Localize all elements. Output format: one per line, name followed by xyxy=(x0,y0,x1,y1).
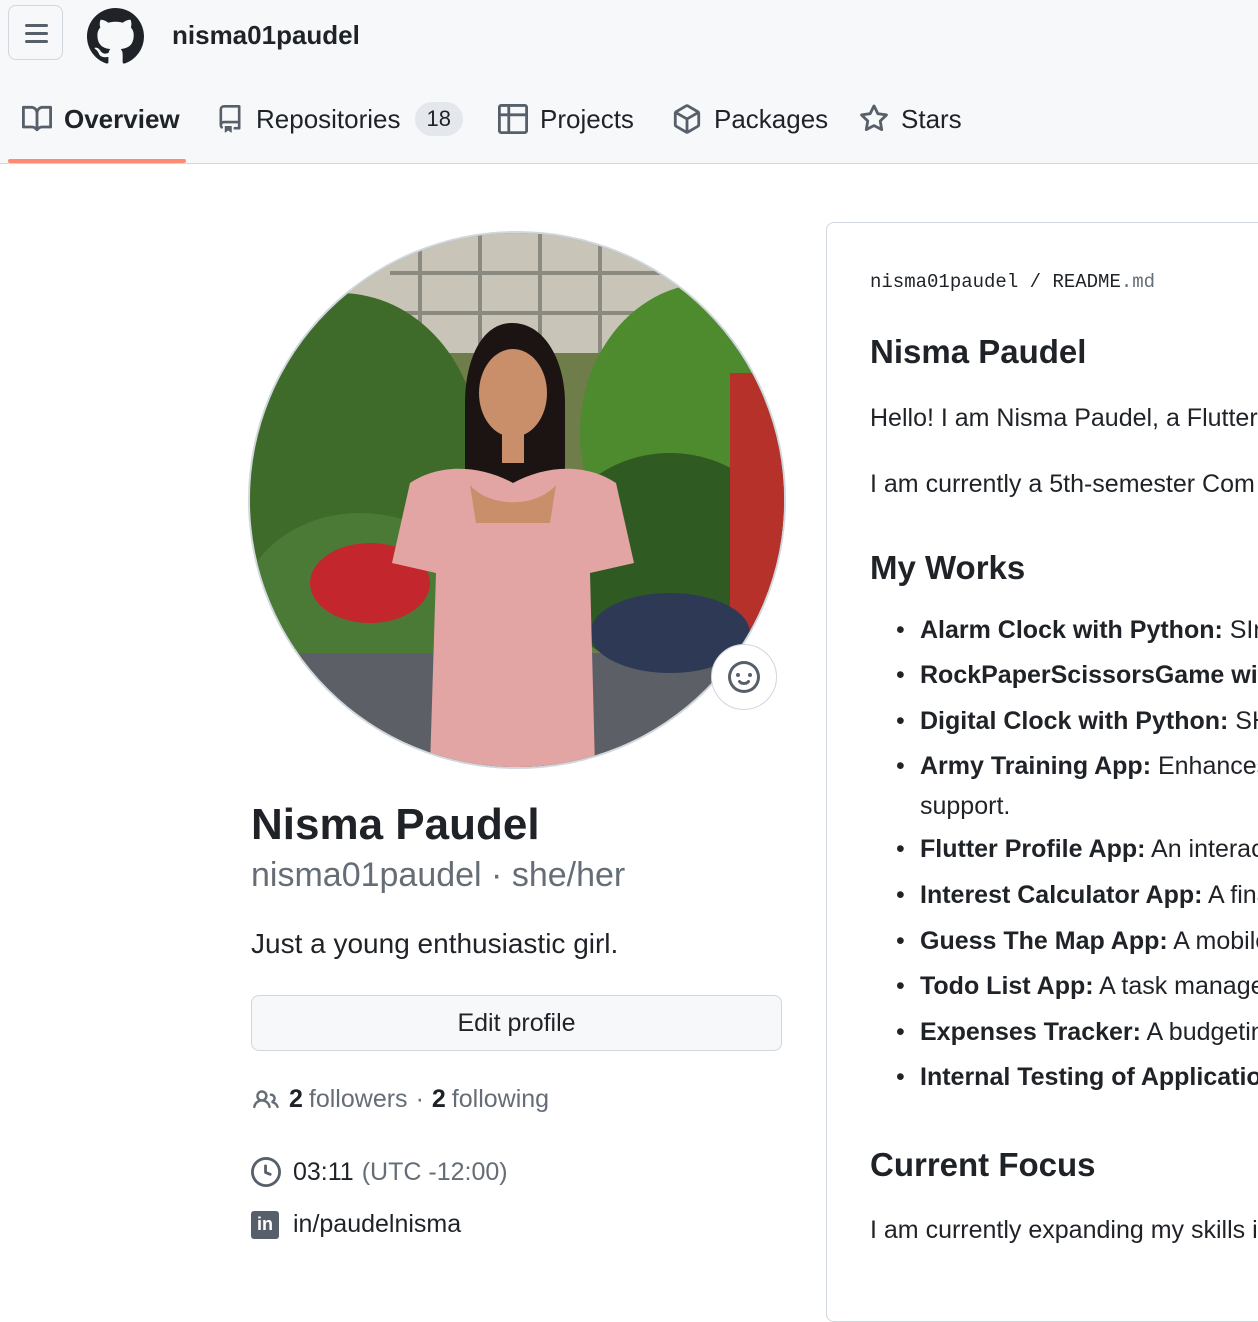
list-item: RockPaperScissorsGame with xyxy=(896,661,1258,690)
list-item: Alarm Clock with Python: SIm xyxy=(896,616,1258,645)
repo-icon xyxy=(219,105,241,133)
tab-stars-label: Stars xyxy=(901,103,962,134)
readme-title: Nisma Paudel xyxy=(870,333,1087,370)
star-icon xyxy=(860,104,888,132)
timezone: (UTC -12:00) xyxy=(361,1157,508,1186)
package-icon xyxy=(673,104,701,134)
work-title: Guess The Map App: xyxy=(920,927,1168,955)
list-item: Guess The Map App: A mobile xyxy=(896,927,1258,956)
list-item: Digital Clock with Python: SH xyxy=(896,707,1258,736)
following-label: following xyxy=(451,1085,550,1113)
list-item: Interest Calculator App: A fina xyxy=(896,881,1258,910)
smiley-icon xyxy=(728,661,760,693)
table-icon xyxy=(498,104,528,134)
people-icon xyxy=(253,1089,279,1108)
work-title: RockPaperScissorsGame with xyxy=(920,661,1258,689)
followers-label: followers xyxy=(308,1085,408,1113)
tab-packages[interactable]: Packages xyxy=(672,75,828,163)
set-status-button[interactable] xyxy=(711,644,777,710)
work-desc: Enhances xyxy=(1151,752,1258,780)
local-time-row: 03:11 (UTC -12:00) xyxy=(251,1157,508,1187)
list-item-continuation: support. xyxy=(898,792,1010,821)
book-icon xyxy=(22,105,52,132)
profile-bio: Just a young enthusiastic girl. xyxy=(251,928,619,959)
tab-overview[interactable]: Overview xyxy=(22,75,180,163)
tab-projects[interactable]: Projects xyxy=(498,75,634,163)
readme-path-file[interactable]: README xyxy=(1052,271,1120,293)
work-title: Flutter Profile App: xyxy=(920,835,1146,863)
followers-link[interactable]: 2 followers xyxy=(289,1085,408,1114)
clock-icon xyxy=(251,1157,281,1187)
repositories-count-badge: 18 xyxy=(414,102,463,136)
tab-stars[interactable]: Stars xyxy=(859,75,962,163)
following-link[interactable]: 2 following xyxy=(432,1085,549,1114)
readme-path-separator: / xyxy=(1029,271,1042,293)
work-title: Interest Calculator App: xyxy=(920,881,1203,909)
linkedin-link[interactable]: in/paudelnisma xyxy=(293,1210,461,1239)
work-title: Todo List App: xyxy=(920,972,1094,1000)
linkedin-icon: in xyxy=(251,1210,279,1239)
work-desc: A budgeting xyxy=(1146,1018,1258,1046)
readme-focus-heading: Current Focus xyxy=(870,1146,1096,1183)
top-bar: nisma01paudel xyxy=(0,0,1258,75)
avatar[interactable] xyxy=(250,233,784,767)
list-item: Army Training App: Enhances xyxy=(896,752,1258,781)
work-title: Alarm Clock with Python: xyxy=(920,616,1223,644)
profile-login-pronouns: nisma01paudel · she/her xyxy=(251,856,626,894)
github-logo-icon[interactable] xyxy=(87,8,144,65)
list-item: Todo List App: A task manage xyxy=(896,972,1258,1001)
header-username[interactable]: nisma01paudel xyxy=(172,20,360,51)
work-title: Expenses Tracker: xyxy=(920,1018,1141,1046)
work-desc: An interac xyxy=(1145,835,1258,863)
readme-path: nisma01paudel / README.md xyxy=(870,271,1155,293)
avatar-photo xyxy=(250,233,784,767)
readme-status: I am currently a 5th-semester Com xyxy=(870,470,1255,498)
list-item: Internal Testing of Application xyxy=(896,1063,1258,1092)
edit-profile-button[interactable]: Edit profile xyxy=(251,995,782,1051)
linkedin-row[interactable]: in in/paudelnisma xyxy=(251,1210,461,1239)
follow-stats: 2 followers · 2 following xyxy=(251,1085,549,1114)
work-desc: SIm xyxy=(1229,616,1258,644)
profile-tabs: Overview Repositories 18 Projects Packag… xyxy=(0,75,1258,164)
follow-separator: · xyxy=(415,1085,424,1113)
readme-path-ext: .md xyxy=(1120,271,1156,293)
tab-projects-label: Projects xyxy=(540,103,634,134)
work-title: Army Training App: xyxy=(920,752,1152,780)
work-desc: A task manage xyxy=(1093,972,1258,1000)
work-desc: SH xyxy=(1235,707,1258,735)
tab-packages-label: Packages xyxy=(714,103,829,134)
readme-intro: Hello! I am Nisma Paudel, a Flutter xyxy=(870,404,1258,432)
work-desc: A fina xyxy=(1208,881,1258,909)
work-title: Digital Clock with Python: xyxy=(920,707,1229,735)
active-tab-underline xyxy=(8,159,186,163)
readme-works-heading: My Works xyxy=(870,549,1026,586)
local-time: 03:11 xyxy=(293,1157,354,1186)
tab-overview-label: Overview xyxy=(64,103,180,134)
work-desc: A mobile xyxy=(1173,927,1258,955)
readme-focus-text: I am currently expanding my skills i xyxy=(870,1216,1258,1244)
list-item: Flutter Profile App: An interac xyxy=(896,835,1258,864)
hamburger-menu-button[interactable] xyxy=(8,5,63,60)
followers-count: 2 xyxy=(289,1085,303,1113)
readme-path-owner[interactable]: nisma01paudel xyxy=(870,271,1018,293)
tab-repositories[interactable]: Repositories 18 xyxy=(216,75,463,163)
work-title: Internal Testing of Application xyxy=(920,1063,1258,1091)
work-desc: support. xyxy=(920,792,1011,820)
list-item: Expenses Tracker: A budgeting xyxy=(896,1018,1258,1047)
tab-repositories-label: Repositories xyxy=(256,103,401,134)
profile-full-name: Nisma Paudel xyxy=(251,800,540,849)
following-count: 2 xyxy=(431,1085,446,1113)
